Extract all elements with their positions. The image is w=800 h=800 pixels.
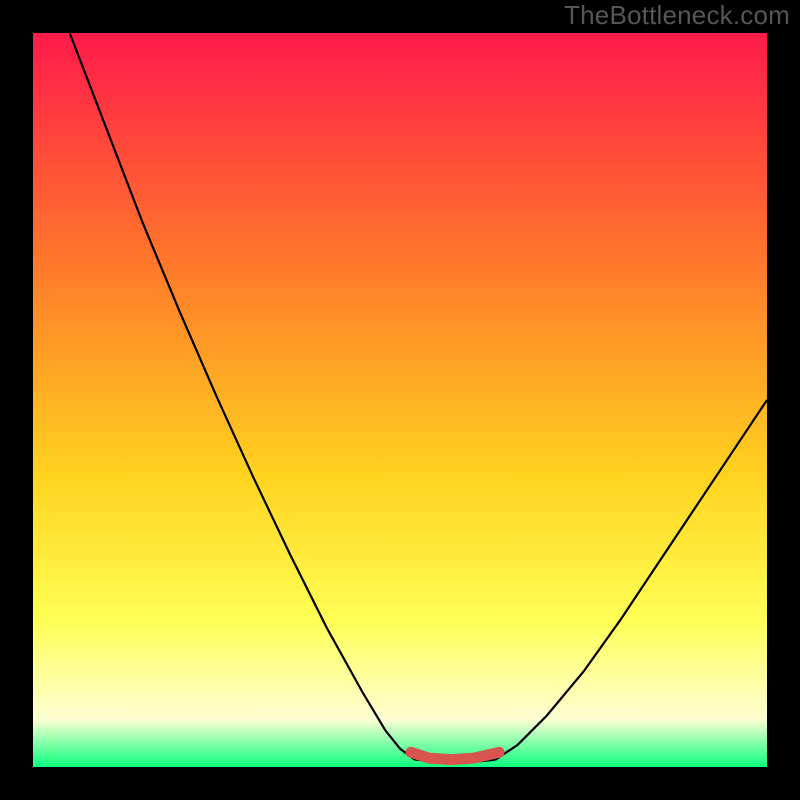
chart-frame: TheBottleneck.com [0, 0, 800, 800]
plot-area [33, 33, 767, 767]
curve-right-branch [495, 400, 767, 760]
curve-layer [33, 33, 767, 767]
watermark-label: TheBottleneck.com [564, 0, 790, 31]
curve-left-branch [70, 33, 415, 760]
curve-minimum-highlight [411, 752, 499, 759]
